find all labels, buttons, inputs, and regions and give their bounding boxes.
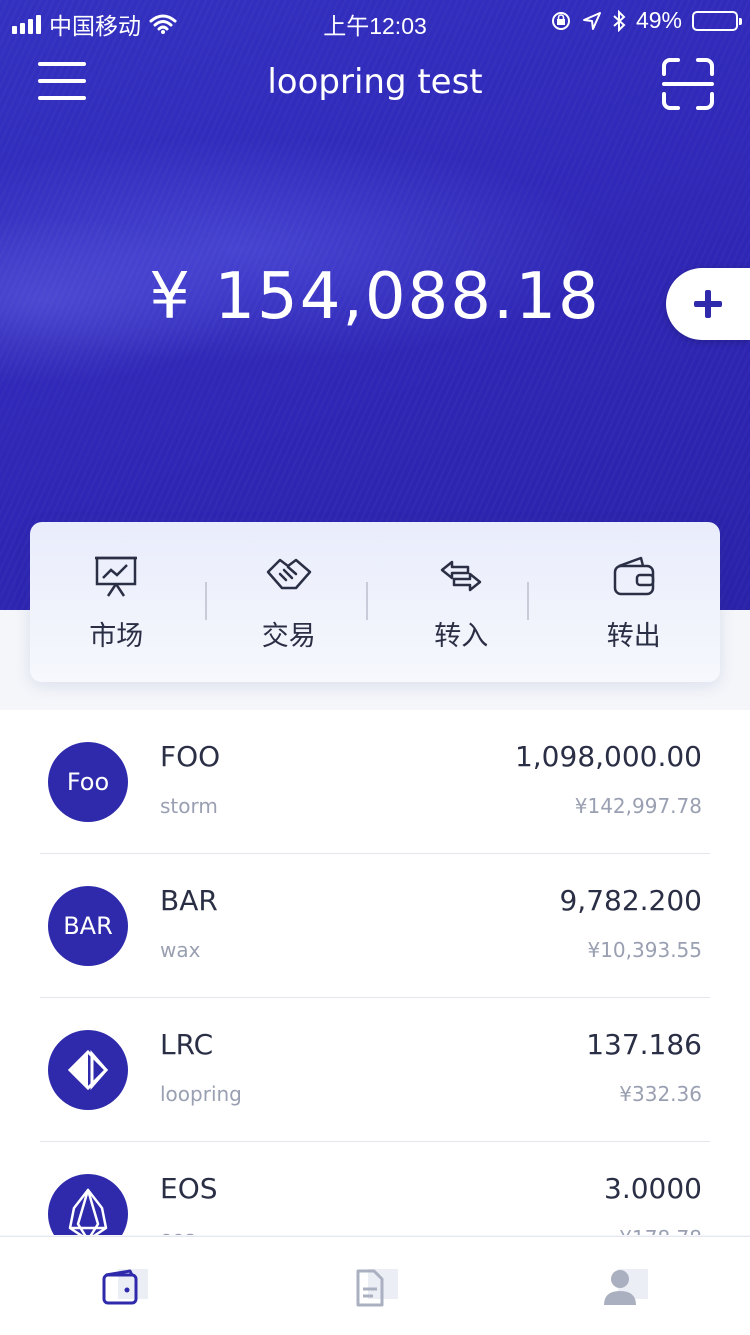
token-symbol: LRC	[160, 1028, 214, 1061]
token-amount: 137.186	[586, 1028, 702, 1061]
action-market-label: 市场	[89, 621, 144, 652]
status-bar: 中国移动 上午12:03 49%	[0, 0, 750, 40]
action-separator	[527, 582, 529, 620]
token-name: wax	[160, 938, 201, 962]
token-symbol: FOO	[160, 740, 221, 773]
market-chart-icon	[95, 556, 138, 597]
nav-bar: loopring test	[0, 52, 750, 116]
token-symbol: BAR	[160, 884, 218, 917]
rotation-lock-icon	[551, 11, 570, 30]
action-receive[interactable]: 转入	[375, 522, 548, 682]
token-name: loopring	[160, 1082, 242, 1106]
token-amount: 1,098,000.00	[514, 740, 702, 773]
foo-token-icon: Foo	[48, 742, 128, 822]
tab-profile[interactable]	[500, 1237, 750, 1335]
action-send-label: 转出	[606, 621, 661, 652]
token-value: ¥332.36	[619, 1082, 702, 1106]
eos-logo-icon	[48, 1174, 128, 1235]
token-amount: 9,782.200	[559, 884, 702, 917]
battery-percent: 49%	[635, 7, 682, 33]
add-token-button[interactable]	[666, 268, 750, 340]
token-value: ¥10,393.55	[587, 938, 702, 962]
transfer-arrows-icon	[441, 560, 482, 592]
profile-tab-icon	[604, 1269, 648, 1305]
document-tab-icon	[356, 1269, 398, 1307]
action-send[interactable]: 转出	[548, 522, 721, 682]
tab-records[interactable]	[250, 1237, 500, 1335]
token-value: ¥178.78	[619, 1226, 702, 1235]
action-trade[interactable]: 交易	[203, 522, 376, 682]
quick-actions-card: 市场 交易 转入 转出	[30, 522, 720, 682]
bluetooth-icon	[613, 9, 626, 32]
bar-token-icon: BAR	[48, 886, 128, 966]
token-value: ¥142,997.78	[574, 794, 702, 818]
wallet-tab-icon	[102, 1269, 148, 1305]
token-row-bar[interactable]: BAR BAR wax 9,782.200 ¥10,393.55	[0, 854, 750, 998]
plus-icon	[694, 290, 722, 318]
bottom-tab-bar	[0, 1236, 750, 1335]
action-separator	[366, 582, 368, 620]
token-row-foo[interactable]: Foo FOO storm 1,098,000.00 ¥142,997.78	[0, 710, 750, 854]
handshake-icon	[266, 558, 311, 590]
total-balance: ¥ 154,088.18	[149, 260, 601, 334]
location-icon	[582, 11, 601, 30]
battery-icon	[692, 10, 742, 31]
token-name: storm	[160, 794, 218, 818]
token-name: eos	[160, 1226, 195, 1235]
loopring-logo-icon	[48, 1030, 128, 1110]
action-receive-label: 转入	[434, 621, 489, 652]
action-trade-label: 交易	[261, 621, 316, 652]
wallet-title: loopring test	[267, 62, 483, 102]
token-symbol: EOS	[160, 1172, 218, 1205]
wallet-icon	[613, 556, 654, 596]
token-list: Foo FOO storm 1,098,000.00 ¥142,997.78 B…	[0, 710, 750, 1235]
scan-qr-icon[interactable]	[662, 58, 714, 110]
token-row-eos[interactable]: EOS eos 3.0000 ¥178.78	[0, 1142, 750, 1235]
token-amount: 3.0000	[604, 1172, 702, 1205]
action-separator	[205, 582, 207, 620]
token-row-lrc[interactable]: LRC loopring 137.186 ¥332.36	[0, 998, 750, 1142]
action-market[interactable]: 市场	[30, 522, 203, 682]
status-right: 49%	[550, 7, 742, 34]
tab-wallet[interactable]	[0, 1237, 250, 1335]
